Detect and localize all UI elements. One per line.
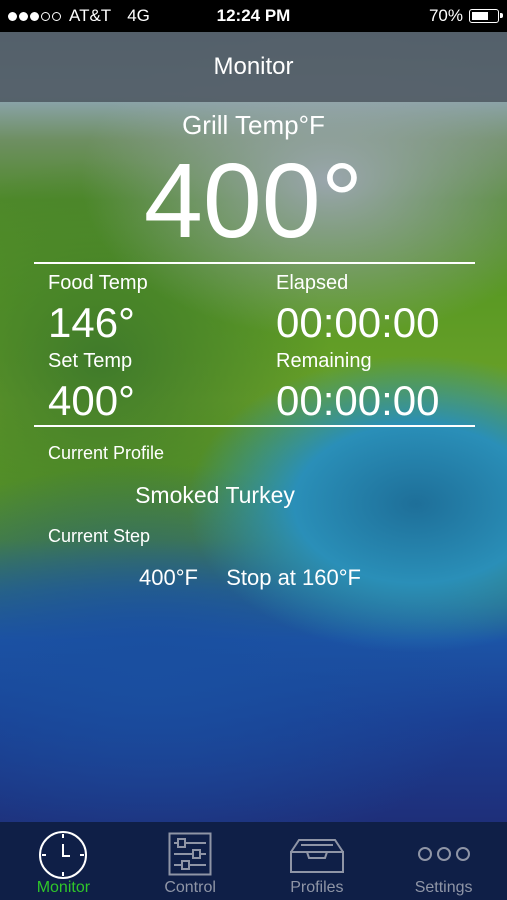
battery-percent: 70% xyxy=(428,6,463,25)
current-step-value: 400°F Stop at 160°F xyxy=(0,565,500,591)
current-profile-value: Smoked Turkey xyxy=(135,482,295,508)
food-temp-label: Food Temp xyxy=(48,272,148,294)
tab-label: Settings xyxy=(414,879,473,896)
remaining-value: 00:00:00 xyxy=(276,377,440,424)
battery-level xyxy=(472,12,488,20)
battery-nub xyxy=(500,13,503,18)
status-bar: AT&T 4G 12:24 PM 70% xyxy=(0,0,507,32)
tray-icon xyxy=(289,838,345,879)
navigation-bar: Monitor xyxy=(0,32,507,102)
current-step-label: Current Step xyxy=(48,526,151,546)
sliders-icon xyxy=(168,832,212,881)
current-profile-label: Current Profile xyxy=(48,443,165,463)
battery-icon xyxy=(469,9,503,23)
elapsed-value: 00:00:00 xyxy=(276,299,440,346)
more-dots-icon xyxy=(417,846,471,867)
food-temp-value: 146° xyxy=(48,299,135,346)
tab-control[interactable]: Control xyxy=(127,822,254,900)
page-title: Monitor xyxy=(213,53,294,80)
step-temp: 400°F xyxy=(139,565,198,590)
tab-bar: Monitor Control Profiles Settings xyxy=(0,822,507,900)
step-action: Stop at 160°F xyxy=(226,565,361,590)
elapsed-label: Elapsed xyxy=(276,272,349,294)
tab-label: Control xyxy=(164,879,216,896)
set-temp-label: Set Temp xyxy=(48,350,133,372)
grill-temp-value: 400° xyxy=(143,142,364,260)
tab-settings[interactable]: Settings xyxy=(380,822,507,900)
divider-top xyxy=(34,262,475,264)
tab-monitor[interactable]: Monitor xyxy=(0,822,127,900)
set-temp-value: 400° xyxy=(48,377,135,424)
divider-bottom xyxy=(34,425,475,427)
tab-profiles[interactable]: Profiles xyxy=(254,822,381,900)
status-right: 70% xyxy=(428,6,503,26)
grill-temp-label: Grill Temp°F xyxy=(182,110,325,140)
remaining-label: Remaining xyxy=(276,350,372,372)
tab-label: Profiles xyxy=(290,879,344,896)
clock-icon xyxy=(38,830,88,885)
